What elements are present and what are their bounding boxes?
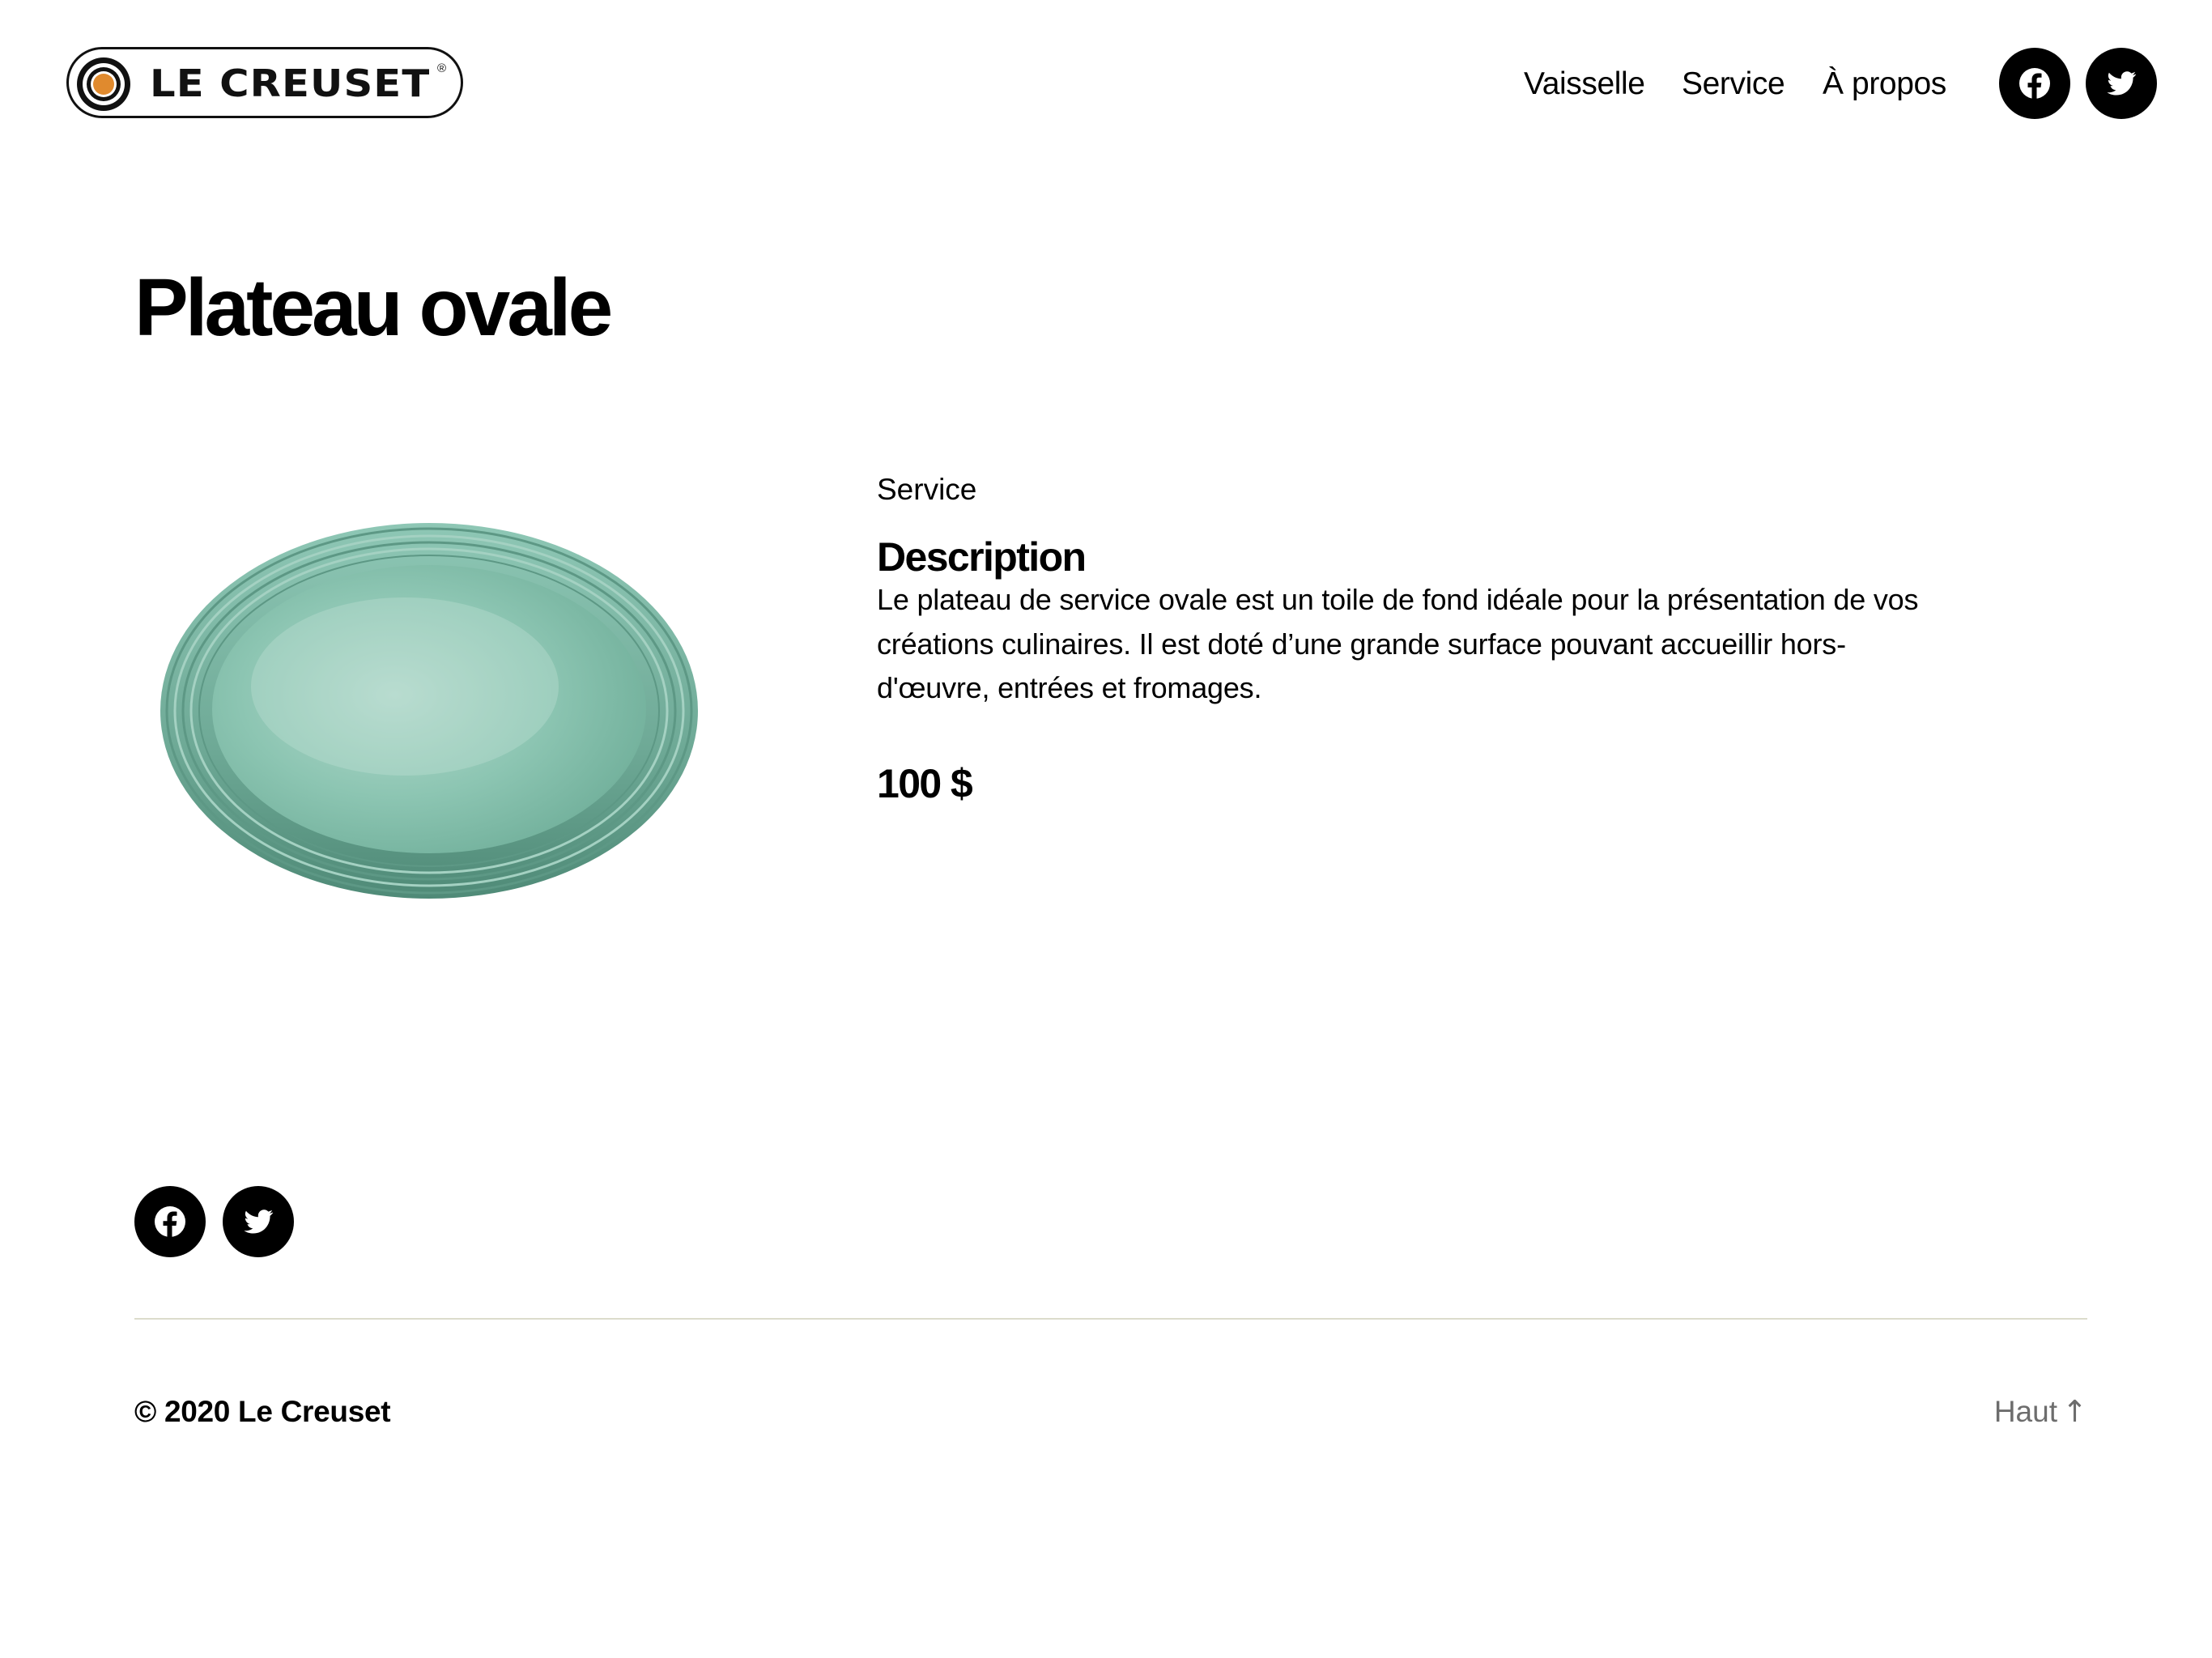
product-price: 100 $ [877,761,973,806]
twitter-icon [2107,71,2137,96]
twitter-icon [244,1209,274,1234]
nav-item-vaisselle[interactable]: Vaisselle [1524,58,1645,110]
header-facebook-link[interactable] [1999,48,2070,119]
page-title: Plateau ovale [134,262,613,353]
description-heading: Description [877,534,1087,580]
facebook-icon [155,1206,185,1238]
footer-divider [134,1318,2087,1320]
back-to-top-link[interactable]: Haut ↑ [1994,1390,2087,1434]
site-header: LE CREUSET ® Vaisselle Service À propos [0,0,2212,170]
arrow-up-icon: ↑ [2061,1394,2087,1429]
back-to-top-label: Haut [1993,1395,2057,1428]
nav-item-service[interactable]: Service [1682,58,1785,110]
nav-item-a-propos[interactable]: À propos [1823,58,1946,110]
copyright-text: © 2020 Le Creuset [134,1395,391,1428]
facebook-icon [2019,68,2050,100]
oval-plate-image [160,523,698,899]
main-nav: Vaisselle Service À propos [0,58,2212,110]
description-text: Le plateau de service ovale est un toile… [877,583,1919,704]
footer-twitter-link[interactable] [223,1186,294,1257]
product-category-link[interactable]: Service [877,470,976,510]
footer-facebook-link[interactable] [134,1186,206,1257]
product-image [138,476,721,937]
header-twitter-link[interactable] [2086,48,2157,119]
